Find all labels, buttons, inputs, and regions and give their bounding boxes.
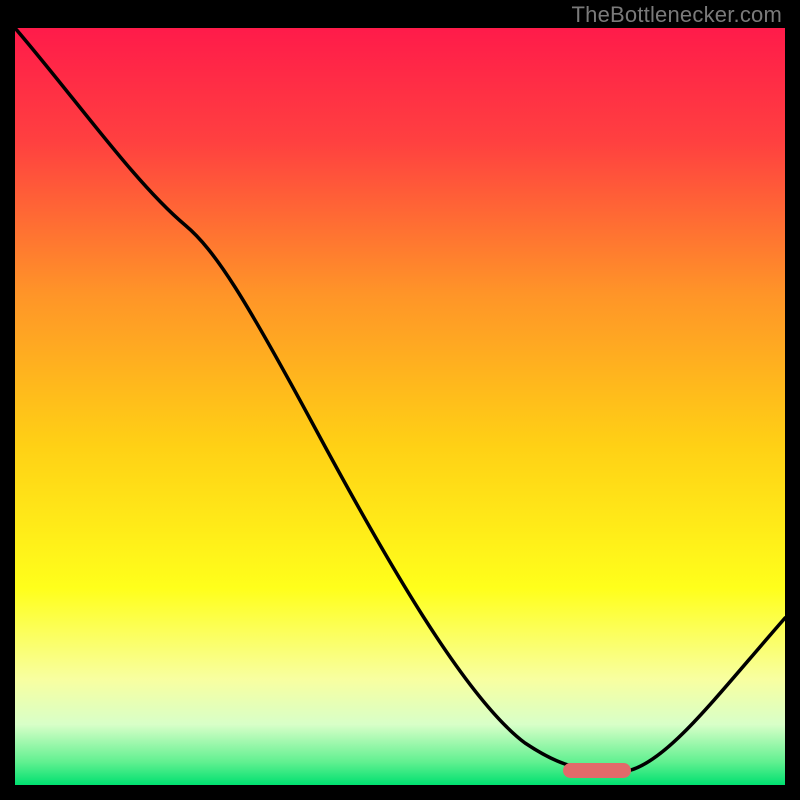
chart-background [15,28,785,785]
watermark-text: TheBottlenecker.com [572,2,782,28]
chart-container [15,28,785,785]
optimal-marker [563,763,631,778]
bottleneck-chart [15,28,785,785]
